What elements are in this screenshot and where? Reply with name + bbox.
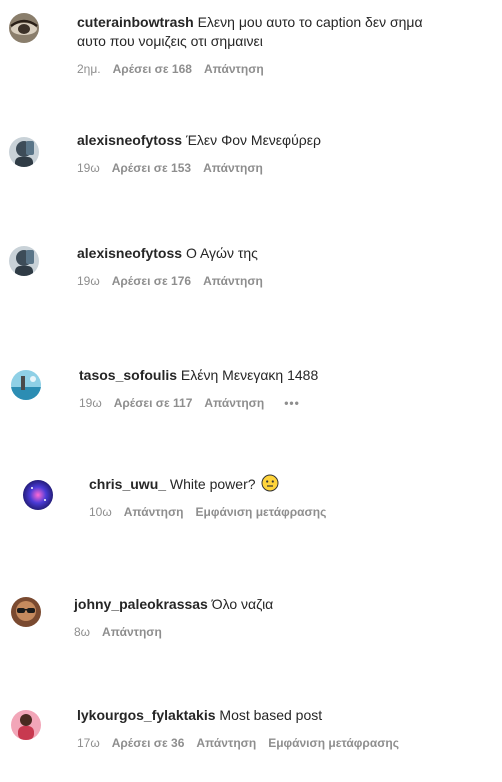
comment-line: chris_uwu_ White power? [89, 474, 326, 494]
reply-button[interactable]: Απάντηση [203, 161, 263, 175]
reply-button[interactable]: Απάντηση [196, 736, 256, 750]
comment-body: johny_paleokrassas Όλο ναζια 8ω Απάντηση [74, 595, 273, 639]
comment-line: johny_paleokrassas Όλο ναζια [74, 595, 273, 614]
comment-body: chris_uwu_ White power? 10ω Απάντηση Εμφ… [89, 474, 326, 519]
likes-count-button[interactable]: Αρέσει σε 36 [112, 736, 185, 750]
comment-username[interactable]: chris_uwu_ [89, 476, 166, 492]
comment-username[interactable]: tasos_sofoulis [79, 367, 177, 383]
comment-body: alexisneofytoss Έλεν Φον Μενεφύρερ 19ω Α… [77, 131, 321, 175]
comment-line: alexisneofytoss Έλεν Φον Μενεφύρερ [77, 131, 321, 150]
comment-timestamp: 10ω [89, 505, 112, 519]
comment-username[interactable]: alexisneofytoss [77, 132, 182, 148]
comment-username[interactable]: lykourgos_fylaktakis [77, 707, 216, 723]
neutral-face-emoji-icon [261, 474, 279, 492]
reply-button[interactable]: Απάντηση [102, 625, 162, 639]
avatar[interactable] [11, 710, 41, 740]
comment-timestamp: 19ω [77, 274, 100, 288]
comment-meta: 19ω Αρέσει σε 153 Απάντηση [77, 161, 321, 175]
comment-text: Most based post [219, 707, 323, 723]
comment-meta: 8ω Απάντηση [74, 625, 273, 639]
comment-text: Έλεν Φον Μενεφύρερ [185, 132, 321, 148]
comment-meta: 19ω Αρέσει σε 176 Απάντηση [77, 274, 263, 288]
comment-text-continued: αυτο που νομιζεις οτι σημαινει [77, 33, 263, 49]
comment-line: lykourgos_fylaktakis Most based post [77, 706, 399, 725]
reply-button[interactable]: Απάντηση [204, 62, 264, 76]
comment-line: cuterainbowtrash Ελενη μου αυτο το capti… [77, 13, 423, 32]
comment-text: Ελενη μου αυτο το caption δεν σημα [197, 14, 423, 30]
see-translation-button[interactable]: Εμφάνιση μετάφρασης [268, 736, 399, 750]
comment-text: Ο Αγών της [185, 245, 258, 261]
avatar[interactable] [9, 246, 39, 276]
comment-username[interactable]: alexisneofytoss [77, 245, 182, 261]
comment-text: Όλο ναζια [211, 596, 274, 612]
avatar-person-red-icon [11, 710, 41, 740]
avatar[interactable] [9, 137, 39, 167]
comment-meta: 19ω Αρέσει σε 117 Απάντηση ••• [79, 396, 318, 410]
see-translation-button[interactable]: Εμφάνιση μετάφρασης [196, 505, 327, 519]
comment-meta: 10ω Απάντηση Εμφάνιση μετάφρασης [89, 505, 326, 519]
avatar[interactable] [23, 480, 53, 510]
comment-body: lykourgos_fylaktakis Most based post 17ω… [77, 706, 399, 750]
comment-username[interactable]: cuterainbowtrash [77, 14, 194, 30]
reply-button[interactable]: Απάντηση [204, 396, 264, 410]
comment-meta: 17ω Αρέσει σε 36 Απάντηση Εμφάνιση μετάφ… [77, 736, 399, 750]
comment-username[interactable]: johny_paleokrassas [74, 596, 208, 612]
more-options-icon[interactable]: ••• [284, 396, 300, 410]
comment-text: Ελένη Μενεγακη 1488 [180, 367, 319, 383]
comment-body: cuterainbowtrash Ελενη μου αυτο το capti… [77, 13, 423, 76]
avatar-eye-icon [9, 13, 39, 43]
comment-body: alexisneofytoss Ο Αγών της 19ω Αρέσει σε… [77, 244, 263, 288]
comment-timestamp: 2ημ. [77, 62, 101, 76]
reply-button[interactable]: Απάντηση [203, 274, 263, 288]
likes-count-button[interactable]: Αρέσει σε 168 [113, 62, 192, 76]
avatar-galaxy-icon [23, 480, 53, 510]
comment-text: White power? [169, 476, 256, 492]
avatar-landscape-icon [11, 370, 41, 400]
comment-timestamp: 17ω [77, 736, 100, 750]
likes-count-button[interactable]: Αρέσει σε 117 [114, 396, 193, 410]
comment-timestamp: 19ω [77, 161, 100, 175]
likes-count-button[interactable]: Αρέσει σε 153 [112, 161, 191, 175]
avatar[interactable] [11, 370, 41, 400]
reply-button[interactable]: Απάντηση [124, 505, 184, 519]
avatar-sunglasses-icon [11, 597, 41, 627]
comment-line: alexisneofytoss Ο Αγών της [77, 244, 263, 263]
comment-meta: 2ημ. Αρέσει σε 168 Απάντηση [77, 62, 423, 76]
avatar[interactable] [9, 13, 39, 43]
comment-timestamp: 8ω [74, 625, 91, 639]
likes-count-button[interactable]: Αρέσει σε 176 [112, 274, 191, 288]
avatar[interactable] [11, 597, 41, 627]
comment-body: tasos_sofoulis Ελένη Μενεγακη 1488 19ω Α… [79, 366, 318, 410]
avatar-masked-person-icon [9, 137, 39, 167]
comment-timestamp: 19ω [79, 396, 102, 410]
avatar-masked-person-icon [9, 246, 39, 276]
comment-line: tasos_sofoulis Ελένη Μενεγακη 1488 [79, 366, 318, 385]
